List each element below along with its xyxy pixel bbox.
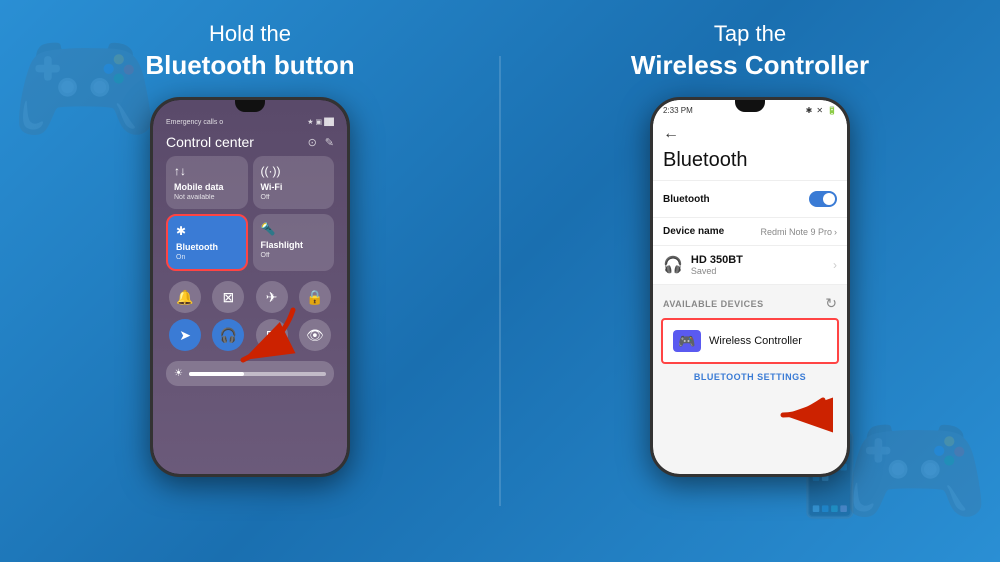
cc-title-label: Control center (166, 134, 254, 150)
mobile-data-icon: ↑↓ (174, 164, 240, 178)
left-title-line1: Hold the (145, 20, 354, 49)
bt-refresh-icon[interactable]: ↻ (825, 295, 837, 312)
flashlight-status: Off (261, 252, 327, 259)
cc-header-icons: ⊙ ✎ (308, 136, 334, 149)
bt-wireless-controller-label: Wireless Controller (709, 335, 802, 347)
cc-screen-btn[interactable]: ⊠ (212, 281, 244, 313)
bt-toggle-label: Bluetooth (663, 194, 710, 205)
cc-brightness-bar[interactable]: ☀ (166, 361, 334, 386)
bt-saved-device-name: HD 350BT (691, 254, 825, 266)
wireless-controller-icon: 🎮 (673, 330, 701, 352)
right-title: Tap the Wireless Controller (631, 20, 869, 82)
bt-saved-device-info: HD 350BT Saved (691, 254, 825, 276)
cc-scan-btn[interactable]: ⊞ (256, 319, 288, 351)
bt-saved-device-row[interactable]: 🎧 HD 350BT Saved › (653, 246, 847, 285)
bt-saved-chevron: › (833, 258, 837, 272)
cc-status-left: Emergency calls o (166, 119, 223, 126)
cc-eye-btn[interactable]: 👁 (299, 319, 331, 351)
cc-statusbar: Emergency calls o ★ ▣ ██ (161, 118, 339, 126)
bt-toggle-switch[interactable] (809, 191, 837, 207)
cc-bottom-icons-row2: ➤ 🎧 ⊞ 👁 (161, 319, 339, 351)
chevron-right-icon: › (834, 227, 837, 237)
control-center-screen: Emergency calls o ★ ▣ ██ Control center … (153, 100, 347, 474)
right-title-line1: Tap the (631, 20, 869, 49)
bt-available-header: AVAILABLE DEVICES ↻ (653, 285, 847, 318)
cc-edit-icon: ✎ (325, 136, 334, 149)
right-phone: 2:33 PM ✱ ✕ 🔋 ← Bluetooth Bluetooth Devi… (650, 97, 850, 477)
battery-icon: 🔋 (827, 106, 837, 115)
cc-title-row: Control center ⊙ ✎ (161, 134, 339, 150)
cc-bottom-icons-row1: 🔔 ⊠ ✈ 🔒 (161, 281, 339, 313)
section-divider (500, 56, 501, 506)
left-title-line2: Bluetooth button (145, 49, 354, 83)
left-title: Hold the Bluetooth button (145, 20, 354, 82)
signal-icon: ✕ (816, 106, 823, 115)
bt-device-name-label: Device name (663, 226, 724, 237)
left-phone: Emergency calls o ★ ▣ ██ Control center … (150, 97, 350, 477)
cc-camera-icon: ⊙ (308, 136, 317, 149)
bt-wireless-controller-row[interactable]: 🎮 Wireless Controller (661, 318, 839, 364)
left-section: Hold the Bluetooth button Emergency call… (10, 0, 490, 562)
bt-back-button[interactable]: ← (653, 119, 847, 145)
right-title-line2: Wireless Controller (631, 49, 869, 83)
cc-tile-flashlight[interactable]: 🔦 Flashlight Off (253, 214, 335, 271)
bluetooth-tile-icon: ✱ (176, 224, 238, 238)
mobile-data-label: Mobile data (174, 182, 240, 192)
wifi-status: Off (261, 194, 327, 201)
cc-bell-btn[interactable]: 🔔 (169, 281, 201, 313)
bluetooth-settings-screen: 2:33 PM ✱ ✕ 🔋 ← Bluetooth Bluetooth Devi… (653, 100, 847, 474)
wifi-icon: ((·)) (261, 164, 327, 178)
cc-tile-bluetooth[interactable]: ✱ Bluetooth On (166, 214, 248, 271)
bt-device-name-row[interactable]: Device name Redmi Note 9 Pro › (653, 218, 847, 246)
cc-tiles-grid: ↑↓ Mobile data Not available ((·)) Wi-Fi… (161, 156, 339, 271)
bt-page-title: Bluetooth (653, 145, 847, 181)
bt-time: 2:33 PM (663, 106, 693, 115)
cc-tile-wifi[interactable]: ((·)) Wi-Fi Off (253, 156, 335, 209)
cc-lock-btn[interactable]: 🔒 (299, 281, 331, 313)
bt-status-icons: ✱ ✕ 🔋 (806, 106, 837, 115)
cc-headset-btn[interactable]: 🎧 (212, 319, 244, 351)
bt-settings-link[interactable]: BLUETOOTH SETTINGS (653, 364, 847, 390)
headset-icon: 🎧 (663, 255, 683, 275)
bluetooth-tile-status: On (176, 254, 238, 261)
flashlight-label: Flashlight (261, 240, 327, 250)
bt-device-name-value: Redmi Note 9 Pro › (760, 227, 837, 237)
left-phone-notch (235, 100, 265, 112)
right-phone-notch (735, 100, 765, 112)
cc-nav-btn[interactable]: ➤ (169, 319, 201, 351)
cc-status-right: ★ ▣ ██ (307, 118, 334, 126)
wifi-label: Wi-Fi (261, 182, 327, 192)
bt-toggle-row: Bluetooth (653, 181, 847, 218)
bt-available-label: AVAILABLE DEVICES (663, 299, 764, 309)
bluetooth-tile-label: Bluetooth (176, 242, 238, 252)
right-section: Tap the Wireless Controller 2:33 PM ✱ ✕ … (510, 0, 990, 562)
cc-airplane-btn[interactable]: ✈ (256, 281, 288, 313)
cc-tile-mobile-data[interactable]: ↑↓ Mobile data Not available (166, 156, 248, 209)
brightness-icon: ☀ (174, 368, 183, 379)
bt-icon: ✱ (806, 106, 813, 115)
mobile-data-status: Not available (174, 194, 240, 201)
flashlight-icon: 🔦 (261, 222, 327, 236)
bt-saved-device-status: Saved (691, 266, 825, 276)
